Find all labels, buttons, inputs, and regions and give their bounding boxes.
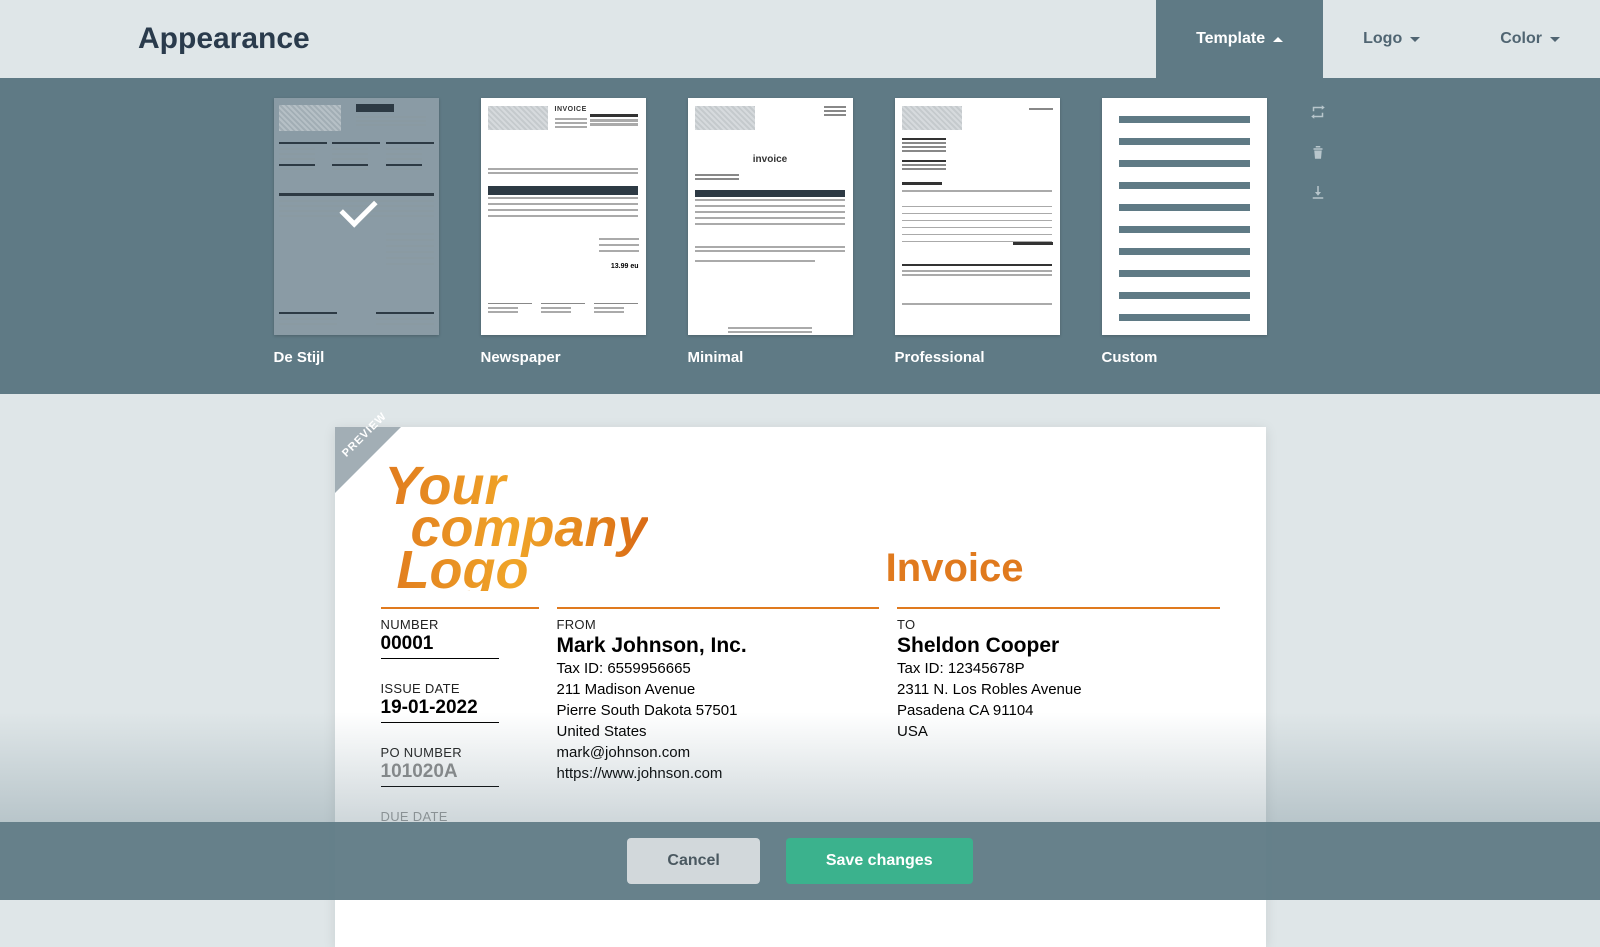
tab-template[interactable]: Template — [1156, 0, 1323, 78]
po-number-label: PO NUMBER — [381, 745, 499, 760]
from-label: FROM — [557, 617, 880, 632]
template-label-professional: Professional — [895, 349, 1060, 366]
cancel-button[interactable]: Cancel — [627, 838, 759, 884]
to-city: Pasadena CA 91104 — [897, 700, 1220, 721]
to-column: TO Sheldon Cooper Tax ID: 12345678P 2311… — [897, 607, 1220, 846]
issue-date-value: 19-01-2022 — [381, 697, 499, 719]
from-email: mark@johnson.com — [557, 742, 880, 763]
tab-template-label: Template — [1196, 30, 1265, 48]
to-country: USA — [897, 721, 1220, 742]
template-thumb-minimal[interactable]: invoice — [688, 98, 853, 335]
number-value: 00001 — [381, 633, 499, 655]
header-tabs: Template Logo Color — [1156, 0, 1600, 78]
to-name: Sheldon Cooper — [897, 634, 1220, 658]
chevron-up-icon — [1273, 37, 1283, 42]
template-label-minimal: Minimal — [688, 349, 853, 366]
save-button[interactable]: Save changes — [786, 838, 973, 884]
from-city: Pierre South Dakota 57501 — [557, 700, 880, 721]
company-logo-placeholder: Your company Logo — [381, 465, 648, 591]
from-country: United States — [557, 721, 880, 742]
tab-logo-label: Logo — [1363, 30, 1402, 48]
from-web: https://www.johnson.com — [557, 763, 880, 784]
chevron-down-icon — [1550, 37, 1560, 42]
template-actions — [1309, 98, 1327, 366]
page-title: Appearance — [0, 0, 1156, 78]
chevron-down-icon — [1410, 37, 1420, 42]
template-thumb-professional[interactable] — [895, 98, 1060, 335]
tab-color[interactable]: Color — [1460, 0, 1600, 78]
invoice-title: Invoice — [886, 546, 1220, 591]
template-thumb-custom[interactable] — [1102, 98, 1267, 335]
from-street: 211 Madison Avenue — [557, 679, 880, 700]
to-label: TO — [897, 617, 1220, 632]
tab-color-label: Color — [1500, 30, 1542, 48]
to-street: 2311 N. Los Robles Avenue — [897, 679, 1220, 700]
meta-column: NUMBER 00001 ISSUE DATE 19-01-2022 PO NU… — [381, 607, 539, 846]
number-label: NUMBER — [381, 617, 499, 632]
header: Appearance Template Logo Color — [0, 0, 1600, 78]
template-thumb-newspaper[interactable]: INVOICE 13.99 eu — [481, 98, 646, 335]
to-tax: Tax ID: 12345678P — [897, 658, 1220, 679]
tab-logo[interactable]: Logo — [1323, 0, 1460, 78]
footer-bar: Cancel Save changes — [0, 822, 1600, 900]
template-label-newspaper: Newspaper — [481, 349, 646, 366]
template-label-custom: Custom — [1102, 349, 1267, 366]
from-tax: Tax ID: 6559956665 — [557, 658, 880, 679]
download-icon[interactable] — [1309, 183, 1327, 201]
issue-date-label: ISSUE DATE — [381, 681, 499, 696]
from-name: Mark Johnson, Inc. — [557, 634, 880, 658]
from-column: FROM Mark Johnson, Inc. Tax ID: 65599566… — [557, 607, 880, 846]
template-thumb-de-stijl[interactable] — [274, 98, 439, 335]
po-number-value: 101020A — [381, 761, 499, 783]
template-label-de-stijl: De Stijl — [274, 349, 439, 366]
trash-icon[interactable] — [1309, 143, 1327, 161]
swap-icon[interactable] — [1309, 103, 1327, 121]
template-picker: De Stijl INVOICE 13.99 eu Newspaper invo… — [0, 78, 1600, 394]
